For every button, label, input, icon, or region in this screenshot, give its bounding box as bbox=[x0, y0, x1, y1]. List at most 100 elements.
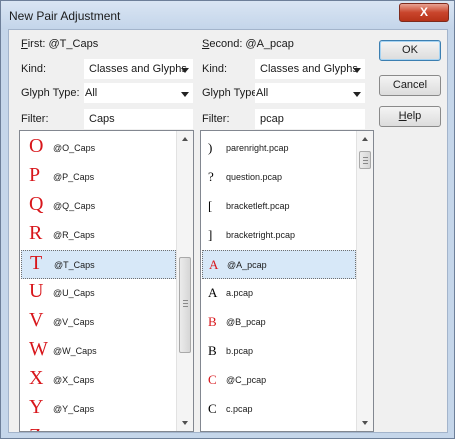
second-glyph-type-dropdown[interactable]: All bbox=[255, 83, 365, 103]
list-item[interactable]: W @W_Caps bbox=[21, 337, 176, 366]
glyph-preview: T bbox=[30, 252, 43, 274]
list-item[interactable]: O @O_Caps bbox=[21, 134, 176, 163]
glyph-preview: U bbox=[29, 280, 44, 302]
list-item[interactable]: Q @Q_Caps bbox=[21, 192, 176, 221]
second-glyph-type-label: Glyph Type: bbox=[202, 87, 261, 99]
list-item-label: @Y_Caps bbox=[53, 404, 95, 414]
glyph-preview: Z bbox=[29, 425, 41, 431]
first-glyph-type-label: Glyph Type: bbox=[21, 87, 80, 99]
second-list-scrollbar[interactable] bbox=[356, 131, 373, 431]
list-item[interactable]: D@D_pcap bbox=[202, 424, 356, 431]
glyph-preview: A bbox=[208, 285, 218, 300]
second-filter-value: pcap bbox=[260, 113, 284, 125]
glyph-preview: C bbox=[208, 401, 217, 416]
list-item-label: @P_Caps bbox=[53, 172, 95, 182]
help-button[interactable]: Help bbox=[379, 106, 441, 127]
list-item[interactable]: U @U_Caps bbox=[21, 279, 176, 308]
glyph-preview: Y bbox=[29, 396, 44, 418]
scroll-down-icon[interactable] bbox=[182, 421, 188, 425]
scroll-up-icon[interactable] bbox=[182, 137, 188, 141]
glyph-preview: ) bbox=[208, 140, 213, 155]
chevron-down-icon bbox=[181, 68, 189, 73]
first-kind-dropdown[interactable]: Classes and Glyphs bbox=[84, 59, 193, 79]
list-item-label: @U_Caps bbox=[53, 288, 95, 298]
glyph-preview: C bbox=[208, 372, 217, 387]
list-item-label: parenright.pcap bbox=[226, 143, 289, 153]
list-item-label: @X_Caps bbox=[53, 375, 95, 385]
list-item-label: b.pcap bbox=[226, 346, 254, 356]
list-item[interactable]: ] bracketright.pcap bbox=[202, 221, 356, 250]
list-item-label: @C_pcap bbox=[226, 375, 267, 385]
scroll-thumb[interactable] bbox=[359, 151, 371, 169]
dialog-window: New Pair Adjustment X First: @T_Caps Kin… bbox=[0, 0, 455, 439]
second-kind-dropdown[interactable]: Classes and Glyphs bbox=[255, 59, 365, 79]
second-filter-label: Filter: bbox=[202, 113, 230, 125]
list-item[interactable]: C @C_pcap bbox=[202, 366, 356, 395]
scroll-up-icon[interactable] bbox=[362, 137, 368, 141]
first-heading: First: @T_Caps bbox=[21, 38, 99, 50]
list-item[interactable]: A @A_pcap bbox=[202, 250, 356, 279]
list-item-label: a.pcap bbox=[226, 288, 254, 298]
list-item-label: @O_Caps bbox=[53, 143, 96, 153]
list-item[interactable]: Cc.pcap bbox=[202, 395, 356, 424]
chevron-down-icon bbox=[353, 92, 361, 97]
glyph-preview: R bbox=[29, 222, 43, 244]
glyph-preview: B bbox=[208, 343, 217, 358]
glyph-preview: ] bbox=[208, 227, 213, 242]
list-item-label: @W_Caps bbox=[53, 346, 97, 356]
list-item-label: @B_pcap bbox=[226, 317, 266, 327]
scroll-thumb[interactable] bbox=[179, 257, 191, 353]
list-item[interactable]: ) parenright.pcap bbox=[202, 134, 356, 163]
title-bar[interactable]: New Pair Adjustment X bbox=[1, 1, 454, 29]
chevron-down-icon bbox=[181, 92, 189, 97]
second-filter-input[interactable]: pcap bbox=[255, 109, 365, 129]
list-item[interactable]: Z@Z_Caps bbox=[21, 424, 176, 431]
first-filter-input[interactable]: Caps bbox=[84, 109, 193, 129]
first-glyph-type-dropdown[interactable]: All bbox=[84, 83, 193, 103]
list-item-label: @A_pcap bbox=[227, 260, 267, 270]
list-item-label: bracketleft.pcap bbox=[226, 201, 290, 211]
list-item[interactable]: Y @Y_Caps bbox=[21, 395, 176, 424]
list-item-label: @V_Caps bbox=[53, 317, 95, 327]
list-item[interactable]: X @X_Caps bbox=[21, 366, 176, 395]
glyph-preview: B bbox=[208, 314, 217, 329]
first-glyph-list[interactable]: O @O_Caps P @P_Caps Q @Q_Caps R @R_Caps T @T_Caps… bbox=[19, 130, 194, 432]
list-item[interactable]: [ bracketleft.pcap bbox=[202, 192, 356, 221]
glyph-preview: D bbox=[208, 430, 217, 431]
close-button[interactable]: X bbox=[399, 3, 449, 22]
close-icon: X bbox=[419, 5, 428, 19]
glyph-preview: A bbox=[209, 257, 219, 272]
ok-button[interactable]: OK bbox=[379, 40, 441, 61]
window-title: New Pair Adjustment bbox=[9, 9, 121, 23]
list-item[interactable]: V @V_Caps bbox=[21, 308, 176, 337]
first-filter-value: Caps bbox=[89, 113, 115, 125]
glyph-preview: W bbox=[29, 338, 48, 360]
cancel-button[interactable]: Cancel bbox=[379, 75, 441, 96]
dialog-client-area: First: @T_Caps Kind: Classes and Glyphs … bbox=[8, 29, 448, 433]
list-item[interactable]: P @P_Caps bbox=[21, 163, 176, 192]
list-item-label: @T_Caps bbox=[54, 260, 95, 270]
glyph-preview: [ bbox=[208, 198, 213, 213]
glyph-preview: X bbox=[29, 367, 44, 389]
glyph-preview: V bbox=[29, 309, 44, 331]
glyph-preview: Q bbox=[29, 193, 44, 215]
list-item[interactable]: Aa.pcap bbox=[202, 279, 356, 308]
first-kind-value: Classes and Glyphs bbox=[89, 63, 187, 75]
second-glyph-type-value: All bbox=[256, 87, 269, 99]
list-item-label: @R_Caps bbox=[53, 230, 95, 240]
glyph-preview: O bbox=[29, 135, 44, 157]
list-item-label: @Q_Caps bbox=[53, 201, 96, 211]
scroll-down-icon[interactable] bbox=[362, 421, 368, 425]
glyph-preview: ? bbox=[208, 169, 214, 184]
list-item-label: bracketright.pcap bbox=[226, 230, 296, 240]
list-item[interactable]: T @T_Caps bbox=[21, 250, 176, 279]
list-item[interactable]: B @B_pcap bbox=[202, 308, 356, 337]
first-glyph-type-value: All bbox=[85, 87, 98, 99]
list-item[interactable]: Bb.pcap bbox=[202, 337, 356, 366]
second-glyph-list[interactable]: ) parenright.pcap ? question.pcap [ bracketle… bbox=[200, 130, 374, 432]
second-heading: Second: @A_pcap bbox=[202, 38, 294, 50]
list-item[interactable]: R @R_Caps bbox=[21, 221, 176, 250]
first-list-scrollbar[interactable] bbox=[176, 131, 193, 431]
glyph-preview: P bbox=[29, 164, 41, 186]
list-item[interactable]: ? question.pcap bbox=[202, 163, 356, 192]
